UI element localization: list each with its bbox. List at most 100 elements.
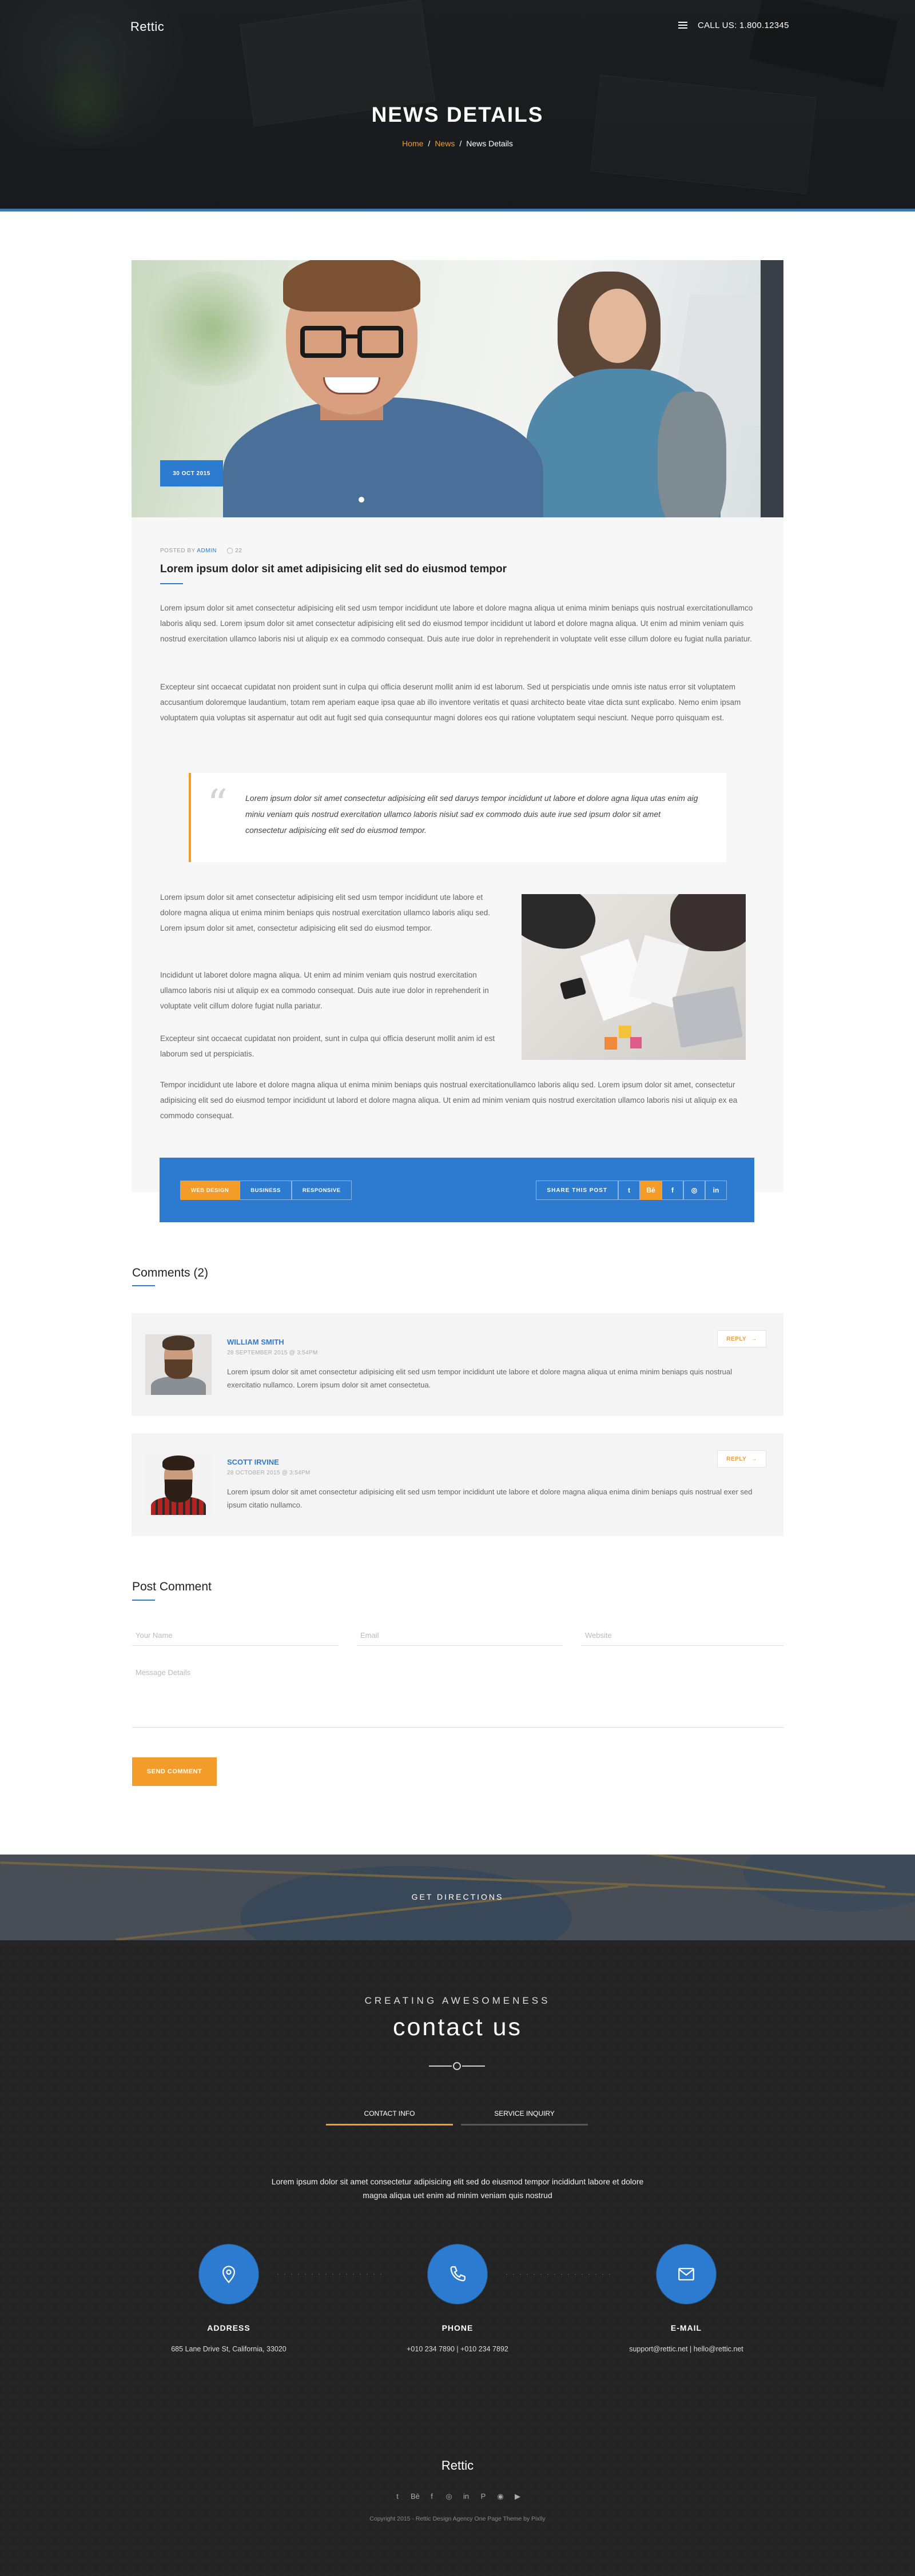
comment-item: SCOTT IRVINE 28 OCTOBER 2015 @ 3:54PM Lo… [132,1433,783,1536]
comment-date: 28 SEPTEMBER 2015 @ 3:54PM [227,1350,318,1356]
share-label: SHARE THIS POST [536,1181,618,1200]
reply-button[interactable]: REPLY → [717,1450,766,1468]
contact-description: Lorem ipsum dolor sit amet consectetur a… [271,2177,644,2200]
commenter-name[interactable]: WILLIAM SMITH [227,1338,284,1346]
twitter-icon[interactable]: t [618,1181,640,1200]
get-directions-link[interactable]: GET DIRECTIONS [0,1892,915,1901]
contact-heading: contact us [393,2013,522,2041]
tags-share-bar: WEB DESIGN BUSINESS RESPONSIVE SHARE THI… [160,1158,754,1222]
tab-contact-info[interactable]: CONTACT INFO [326,2104,453,2126]
linkedin-icon[interactable]: in [462,2492,470,2501]
facebook-icon[interactable]: f [662,1181,683,1200]
send-comment-button[interactable]: SEND COMMENT [132,1757,217,1786]
reply-button[interactable]: REPLY → [717,1330,766,1347]
slider-dot[interactable] [359,497,364,503]
linkedin-icon[interactable]: in [705,1181,727,1200]
hero-accent-bar [0,209,915,212]
website-input[interactable] [582,1625,783,1646]
youtube-icon[interactable]: ▶ [514,2492,522,2501]
footer-logo[interactable]: Rettic [0,2458,915,2473]
section-divider [429,2062,486,2070]
article-paragraph: Excepteur sint occaecat cupidatat non pr… [160,1034,495,1058]
heading-underline [132,1285,155,1286]
message-textarea[interactable] [132,1665,783,1728]
name-input[interactable] [132,1625,338,1646]
phone-label: PHONE [441,2323,474,2332]
article-paragraph: Incididunt ut laboret dolore magna aliqu… [160,971,489,1010]
article-paragraph: Lorem ipsum dolor sit amet consectetur a… [160,604,753,643]
title-underline [160,583,183,584]
email-value[interactable]: support@rettic.net | hello@rettic.net [589,2345,783,2353]
call-us-text: CALL US: 1.800.12345 [698,21,789,30]
phone-value[interactable]: +010 234 7890 | +010 234 7892 [360,2345,555,2353]
email-input[interactable] [357,1625,563,1646]
tag-web-design[interactable]: WEB DESIGN [180,1181,240,1200]
comment-date: 28 OCTOBER 2015 @ 3:54PM [227,1470,311,1476]
behance-icon[interactable]: Bē [640,1181,662,1200]
hero-banner: Rettic CALL US: 1.800.12345 NEWS DETAILS… [0,0,915,212]
arrow-right-icon: → [751,1456,757,1462]
commenter-name[interactable]: SCOTT IRVINE [227,1458,279,1466]
dotted-connector [274,2274,383,2275]
featured-image [132,260,783,517]
dribbble-icon[interactable]: ◉ [496,2492,504,2501]
post-meta: POSTED BY ADMIN ◯ 22 [160,548,242,554]
page-title: NEWS DETAILS [371,103,544,126]
location-pin-icon [199,2244,258,2304]
phone-icon [428,2244,487,2304]
breadcrumb-news-link[interactable]: News [435,139,455,148]
site-logo[interactable]: Rettic [130,19,164,34]
avatar [145,1334,212,1395]
tag-business[interactable]: BUSINESS [240,1181,292,1200]
breadcrumb-home-link[interactable]: Home [402,139,423,148]
tab-service-inquiry[interactable]: SERVICE INQUIRY [461,2104,588,2126]
pinterest-icon[interactable]: P [479,2492,487,2501]
tag-list: WEB DESIGN BUSINESS RESPONSIVE [180,1181,352,1200]
reply-label: REPLY [726,1456,747,1462]
menu-icon[interactable] [678,22,687,29]
comment-text: Lorem ipsum dolor sit amet consectetur a… [227,1367,733,1389]
quote-text: Lorem ipsum dolor sit amet consectetur a… [245,793,698,835]
share-buttons: SHARE THIS POST t Bē f ◎ in [536,1181,727,1200]
article-paragraph: Excepteur sint occaecat cupidatat non pr… [160,683,741,722]
reply-label: REPLY [726,1335,747,1342]
blockquote: “ Lorem ipsum dolor sit amet consectetur… [189,773,726,862]
instagram-icon[interactable]: ◎ [445,2492,453,2501]
address-label: ADDRESS [207,2323,250,2332]
footer-social-links: t Bē f ◎ in P ◉ ▶ [0,2492,915,2501]
article-paragraph: Tempor incididunt ute labore et dolore m… [160,1080,738,1120]
address-value: 685 Lane Drive St, California, 33020 [171,2345,287,2353]
breadcrumb-current: News Details [466,139,513,148]
breadcrumb-separator: / [459,139,462,148]
post-title: Lorem ipsum dolor sit amet adipisicing e… [160,563,507,575]
envelope-icon [657,2244,716,2304]
breadcrumb-separator: / [428,139,431,148]
arrow-right-icon: → [751,1335,757,1342]
instagram-icon[interactable]: ◎ [683,1181,705,1200]
comment-count: 22 [235,548,242,554]
copyright-text: Copyright 2015 - Rettic Design Agency On… [369,2515,546,2522]
date-badge: 30 OCT 2015 [160,460,223,487]
comments-heading: Comments (2) [132,1266,209,1279]
map-strip[interactable]: GET DIRECTIONS [0,1855,915,1940]
contact-section: CREATING AWESOMENESS contact us CONTACT … [0,1940,915,2576]
inline-image [522,894,746,1060]
author-link[interactable]: ADMIN [197,548,217,554]
post-comment-heading: Post Comment [132,1580,212,1593]
behance-icon[interactable]: Bē [411,2492,420,2501]
comment-item: WILLIAM SMITH 28 SEPTEMBER 2015 @ 3:54PM… [132,1313,783,1416]
facebook-icon[interactable]: f [428,2492,436,2501]
comment-icon: ◯ [226,548,234,554]
quote-icon: “ [207,781,228,828]
posted-by-label: POSTED BY [160,548,196,554]
dotted-connector [503,2274,612,2275]
email-label: E-MAIL [670,2323,702,2332]
twitter-icon[interactable]: t [393,2492,401,2501]
article-paragraph: Lorem ipsum dolor sit amet consectetur a… [160,893,491,932]
tag-responsive[interactable]: RESPONSIVE [291,1181,352,1200]
heading-underline [132,1600,155,1601]
breadcrumb: Home / News / News Details [0,139,915,148]
avatar [145,1454,212,1515]
contact-kicker: CREATING AWESOMENESS [364,1995,551,2006]
comment-text: Lorem ipsum dolor sit amet consectetur a… [227,1488,753,1509]
